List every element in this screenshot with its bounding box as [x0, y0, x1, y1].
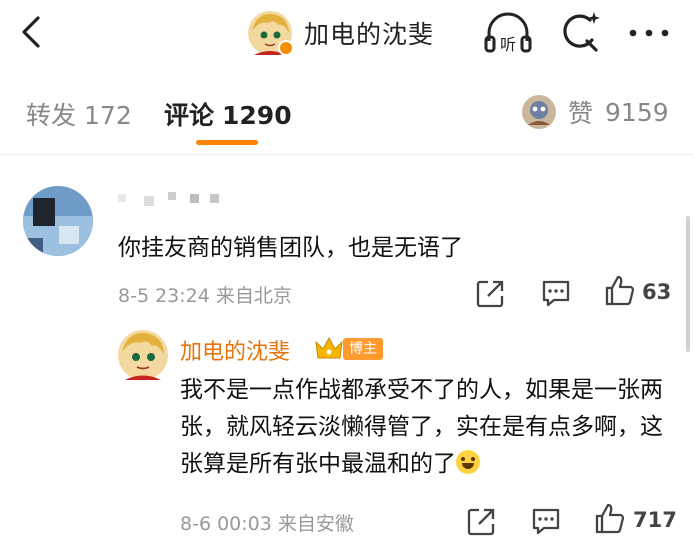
reply-meta: 8-6 00:03 来自安徽 [180, 513, 354, 535]
page-title: 加电的沈斐 [304, 20, 435, 49]
listen-label: 听 [500, 35, 516, 54]
laugh-cry-emoji-icon [456, 450, 480, 474]
author-avatar[interactable] [248, 11, 294, 56]
reply-like-icon[interactable] [593, 502, 627, 536]
tab-likes-count: 9159 [605, 97, 669, 127]
tab-comment-label: 评论 [164, 101, 215, 130]
reply-share-icon[interactable] [465, 504, 499, 538]
tab-repost-label: 转发 [26, 101, 77, 130]
like-icon[interactable] [603, 274, 637, 308]
top-bar: 加电的沈斐 听 [0, 0, 693, 68]
reply-author-avatar[interactable] [118, 330, 168, 380]
reply-like-count: 717 [633, 508, 677, 532]
liker-avatar [522, 95, 556, 129]
back-arrow-icon[interactable] [14, 12, 54, 52]
comment-like-count: 63 [642, 280, 672, 304]
reply-author-name[interactable]: 加电的沈斐 [180, 334, 290, 366]
tab-bar: 转发 172 评论 1290 赞 9159 [0, 78, 693, 155]
scrollbar[interactable] [686, 216, 690, 352]
tab-repost[interactable]: 转发 172 [26, 96, 132, 132]
tab-comment-count: 1290 [222, 101, 292, 130]
title-group[interactable]: 加电的沈斐 [248, 10, 434, 56]
author-badge: 博主 [343, 338, 383, 360]
reply-text-body: 我不是一点作战都承受不了的人，如果是一张两张，就风轻云淡懒得管了，实在是有点多啊… [180, 377, 663, 477]
crown-icon [314, 336, 344, 360]
reply-reply-icon[interactable] [529, 504, 563, 538]
share-icon[interactable] [474, 276, 508, 310]
search-icon[interactable] [556, 10, 602, 56]
active-tab-indicator [196, 140, 258, 145]
tab-likes-label: 赞 [568, 99, 594, 128]
commenter-avatar[interactable] [23, 186, 93, 256]
tab-repost-count: 172 [84, 101, 132, 130]
listen-icon[interactable]: 听 [483, 11, 533, 55]
tab-likes[interactable]: 赞 9159 [522, 94, 669, 130]
comment-meta: 8-5 23:24 来自北京 [118, 285, 292, 307]
tab-comment[interactable]: 评论 1290 [164, 96, 292, 132]
reply-icon[interactable] [539, 276, 573, 310]
comment-text: 你挂友商的销售团队，也是无语了 [118, 235, 463, 261]
reply-text: 我不是一点作战都承受不了的人，如果是一张两张，就风轻云淡懒得管了，实在是有点多啊… [180, 372, 672, 483]
verified-badge-icon [278, 40, 294, 56]
commenter-name-blurred [118, 190, 228, 210]
more-icon[interactable] [625, 16, 673, 50]
